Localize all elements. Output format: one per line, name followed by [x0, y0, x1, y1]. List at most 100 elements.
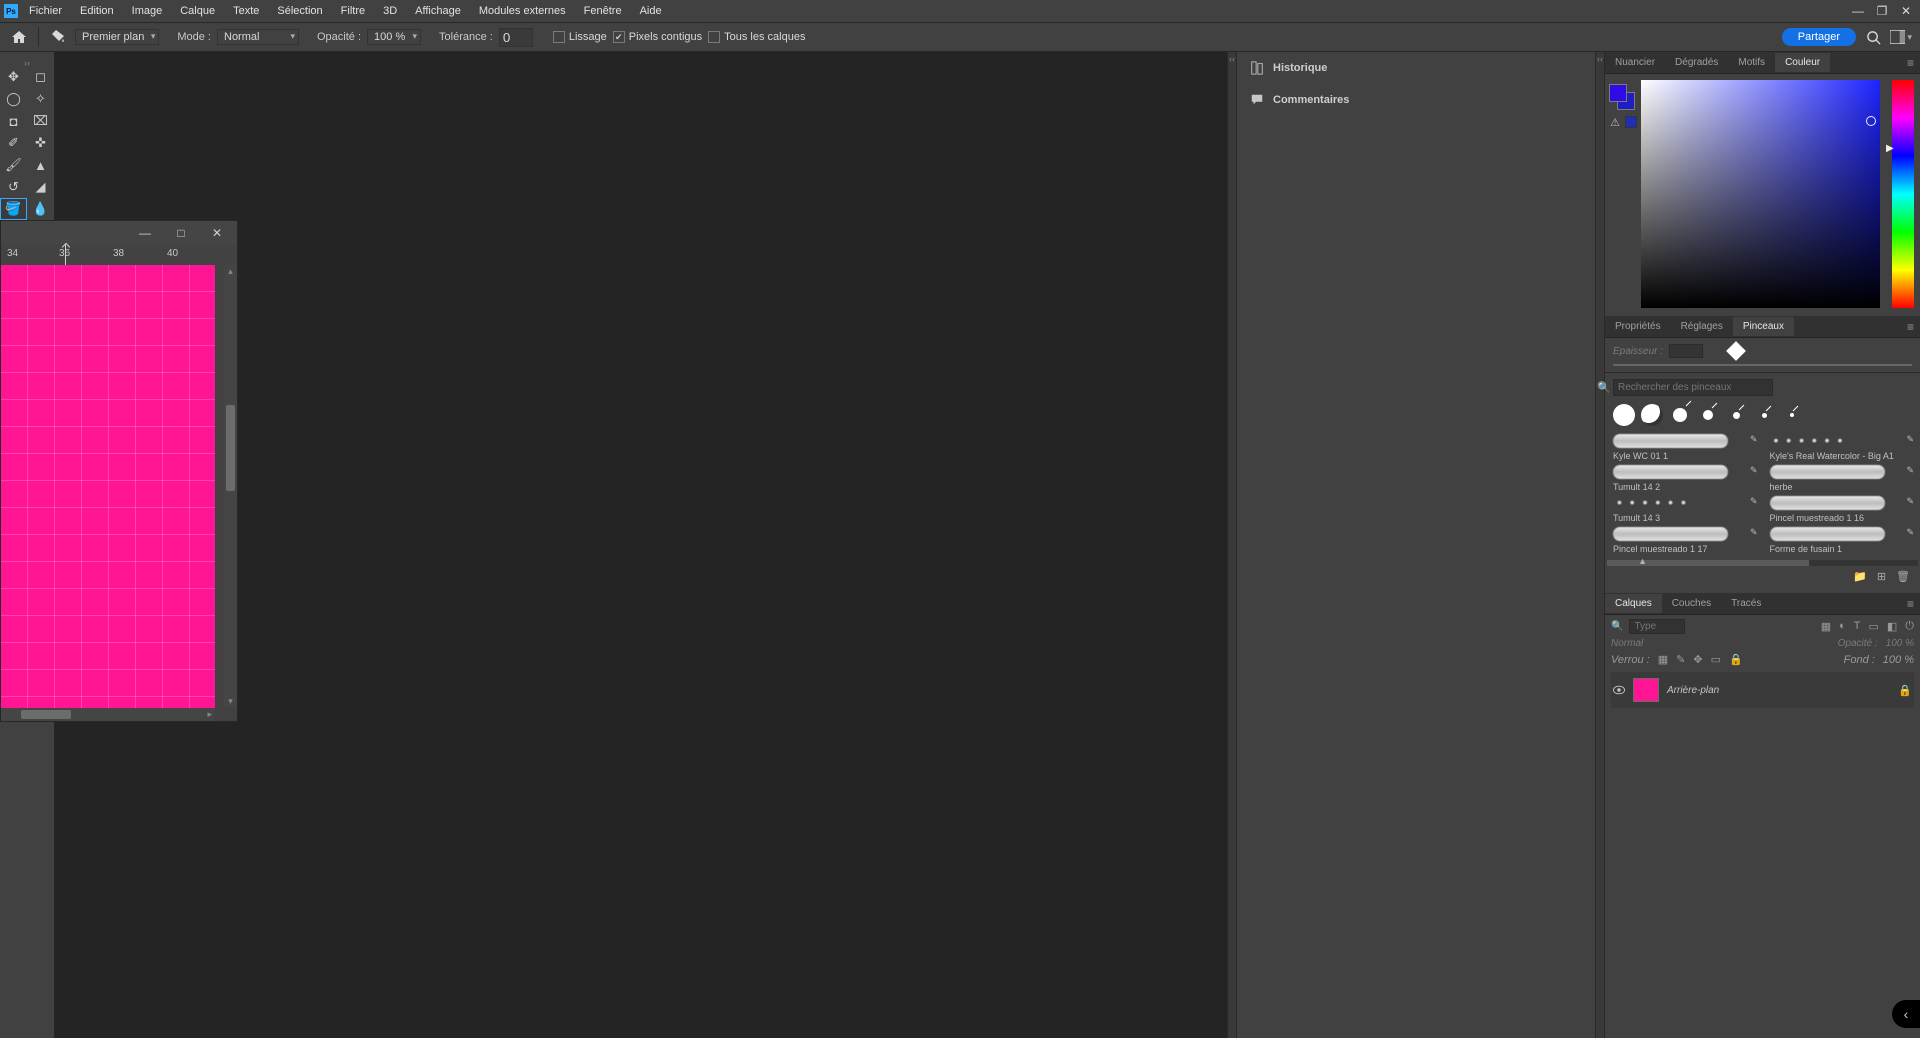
- tab-traces[interactable]: Tracés: [1721, 594, 1771, 613]
- hue-slider[interactable]: ▶: [1892, 80, 1914, 308]
- blur-tool-icon[interactable]: 💧: [27, 198, 54, 220]
- fg-bg-swatches[interactable]: [1609, 84, 1635, 110]
- thickness-slider[interactable]: [1613, 364, 1912, 366]
- document-maximize[interactable]: □: [167, 224, 195, 242]
- panel-collapse-strip[interactable]: [1227, 52, 1237, 1038]
- brush-size-slider[interactable]: ▲: [1607, 560, 1918, 566]
- lock-icon[interactable]: 🔒: [1898, 684, 1912, 697]
- menu-modules[interactable]: Modules externes: [472, 2, 573, 20]
- paint-bucket-icon[interactable]: [47, 26, 69, 48]
- filter-type-icon[interactable]: T: [1854, 620, 1861, 633]
- window-restore[interactable]: ❐: [1872, 3, 1892, 19]
- recent-brush[interactable]: [1725, 404, 1747, 426]
- recent-brush[interactable]: [1669, 404, 1691, 426]
- brush-item[interactable]: ✎Tumult 14 2: [1613, 465, 1756, 492]
- eraser-tool-icon[interactable]: ◢: [27, 176, 54, 198]
- blend-mode-dropdown[interactable]: Normal: [1611, 638, 1643, 649]
- window-close[interactable]: ✕: [1896, 3, 1916, 19]
- recent-brush[interactable]: [1781, 404, 1803, 426]
- menu-fichier[interactable]: Fichier: [22, 2, 69, 20]
- lock-pixels-icon[interactable]: ✎: [1676, 653, 1685, 666]
- contiguous-checkbox[interactable]: Pixels contigus: [613, 31, 702, 43]
- menu-filtre[interactable]: Filtre: [334, 2, 372, 20]
- tab-degrades[interactable]: Dégradés: [1665, 53, 1728, 72]
- recent-brush[interactable]: [1753, 404, 1775, 426]
- tab-pinceaux[interactable]: Pinceaux: [1733, 317, 1794, 336]
- tab-reglages[interactable]: Réglages: [1671, 317, 1733, 336]
- menu-aide[interactable]: Aide: [633, 2, 669, 20]
- lasso-tool-icon[interactable]: ◯: [0, 88, 27, 110]
- edit-icon[interactable]: ✎: [1906, 527, 1914, 538]
- vertical-scrollbar[interactable]: ▴▾: [224, 265, 237, 707]
- document-minimize[interactable]: —: [131, 224, 159, 242]
- all-layers-checkbox[interactable]: Tous les calques: [708, 31, 805, 43]
- tab-calques[interactable]: Calques: [1605, 594, 1662, 613]
- filter-shape-icon[interactable]: ▭: [1868, 620, 1878, 633]
- panel-collapse-strip[interactable]: [1595, 52, 1605, 1038]
- layer-name[interactable]: Arrière-plan: [1667, 685, 1719, 696]
- search-icon[interactable]: [1862, 26, 1884, 48]
- recent-brush[interactable]: [1613, 404, 1635, 426]
- menu-image[interactable]: Image: [125, 2, 170, 20]
- menu-calque[interactable]: Calque: [173, 2, 222, 20]
- menu-3d[interactable]: 3D: [376, 2, 404, 20]
- document-window[interactable]: — □ ✕ 34 36 38 40 ▴▾ ▸: [0, 220, 238, 722]
- home-icon[interactable]: [8, 26, 30, 48]
- panel-menu-icon[interactable]: [1901, 597, 1920, 611]
- lock-transparency-icon[interactable]: ▦: [1658, 653, 1668, 666]
- tab-couleur[interactable]: Couleur: [1775, 53, 1830, 72]
- edit-icon[interactable]: ✎: [1750, 434, 1758, 445]
- delete-brush-icon[interactable]: 🗑: [1896, 570, 1910, 583]
- fill-value[interactable]: 100 %: [1883, 654, 1914, 666]
- document-close[interactable]: ✕: [203, 224, 231, 242]
- brush-item[interactable]: ✎Tumult 14 3: [1613, 496, 1756, 523]
- horizontal-scrollbar[interactable]: ▸: [1, 708, 215, 721]
- layer-row[interactable]: Arrière-plan 🔒: [1611, 672, 1914, 708]
- tab-proprietes[interactable]: Propriétés: [1605, 317, 1671, 336]
- brush-item[interactable]: ✎Pincel muestreado 1 16: [1770, 496, 1913, 523]
- edit-icon[interactable]: ✎: [1906, 496, 1914, 507]
- menu-fenetre[interactable]: Fenêtre: [577, 2, 629, 20]
- brush-item[interactable]: ✎Kyle's Real Watercolor - Big A1: [1770, 434, 1913, 461]
- tab-motifs[interactable]: Motifs: [1728, 53, 1775, 72]
- edit-icon[interactable]: ✎: [1750, 527, 1758, 538]
- edit-icon[interactable]: ✎: [1906, 434, 1914, 445]
- history-panel-button[interactable]: Historique: [1237, 52, 1595, 84]
- brush-search-input[interactable]: [1613, 379, 1773, 396]
- tab-nuancier[interactable]: Nuancier: [1605, 53, 1665, 72]
- thickness-input[interactable]: [1669, 344, 1703, 358]
- menu-edition[interactable]: Edition: [73, 2, 121, 20]
- layer-thumbnail[interactable]: [1633, 678, 1659, 702]
- panel-menu-icon[interactable]: [1901, 320, 1920, 334]
- saturation-value-picker[interactable]: [1641, 80, 1880, 308]
- magic-wand-tool-icon[interactable]: ✧: [27, 88, 54, 110]
- filter-smart-icon[interactable]: ◧: [1887, 620, 1897, 633]
- opacity-field[interactable]: 100 %: [367, 29, 421, 45]
- layer-opacity-value[interactable]: 100 %: [1886, 638, 1914, 649]
- brush-item[interactable]: ✎herbe: [1770, 465, 1913, 492]
- visibility-toggle-icon[interactable]: [1613, 684, 1625, 696]
- workspace-switch-icon[interactable]: ▾: [1890, 26, 1912, 48]
- marquee-tool-icon[interactable]: ◻: [27, 66, 54, 88]
- recent-brush[interactable]: [1641, 404, 1663, 426]
- document-canvas[interactable]: [1, 265, 215, 709]
- brush-item[interactable]: ✎Forme de fusain 1: [1770, 527, 1913, 554]
- filter-pixel-icon[interactable]: ▦: [1821, 620, 1831, 633]
- edit-icon[interactable]: ✎: [1750, 465, 1758, 476]
- menu-texte[interactable]: Texte: [226, 2, 266, 20]
- share-button[interactable]: Partager: [1782, 28, 1856, 46]
- layer-filter-input[interactable]: [1629, 619, 1685, 634]
- document-titlebar[interactable]: — □ ✕: [1, 221, 237, 245]
- brush-item[interactable]: ✎Kyle WC 01 1: [1613, 434, 1756, 461]
- lock-position-icon[interactable]: ✥: [1693, 653, 1702, 666]
- brush-tool-icon[interactable]: 🖌: [0, 154, 27, 176]
- move-tool-icon[interactable]: ✥: [0, 66, 27, 88]
- comments-panel-button[interactable]: Commentaires: [1237, 84, 1595, 116]
- window-minimize[interactable]: —: [1848, 3, 1868, 19]
- antialias-checkbox[interactable]: Lissage: [553, 31, 607, 43]
- eyedropper-tool-icon[interactable]: ✐: [0, 132, 27, 154]
- panel-menu-icon[interactable]: [1901, 56, 1920, 70]
- lock-all-icon[interactable]: 🔒: [1729, 653, 1743, 666]
- frame-tool-icon[interactable]: ⌧: [27, 110, 54, 132]
- brush-item[interactable]: ✎Pincel muestreado 1 17: [1613, 527, 1756, 554]
